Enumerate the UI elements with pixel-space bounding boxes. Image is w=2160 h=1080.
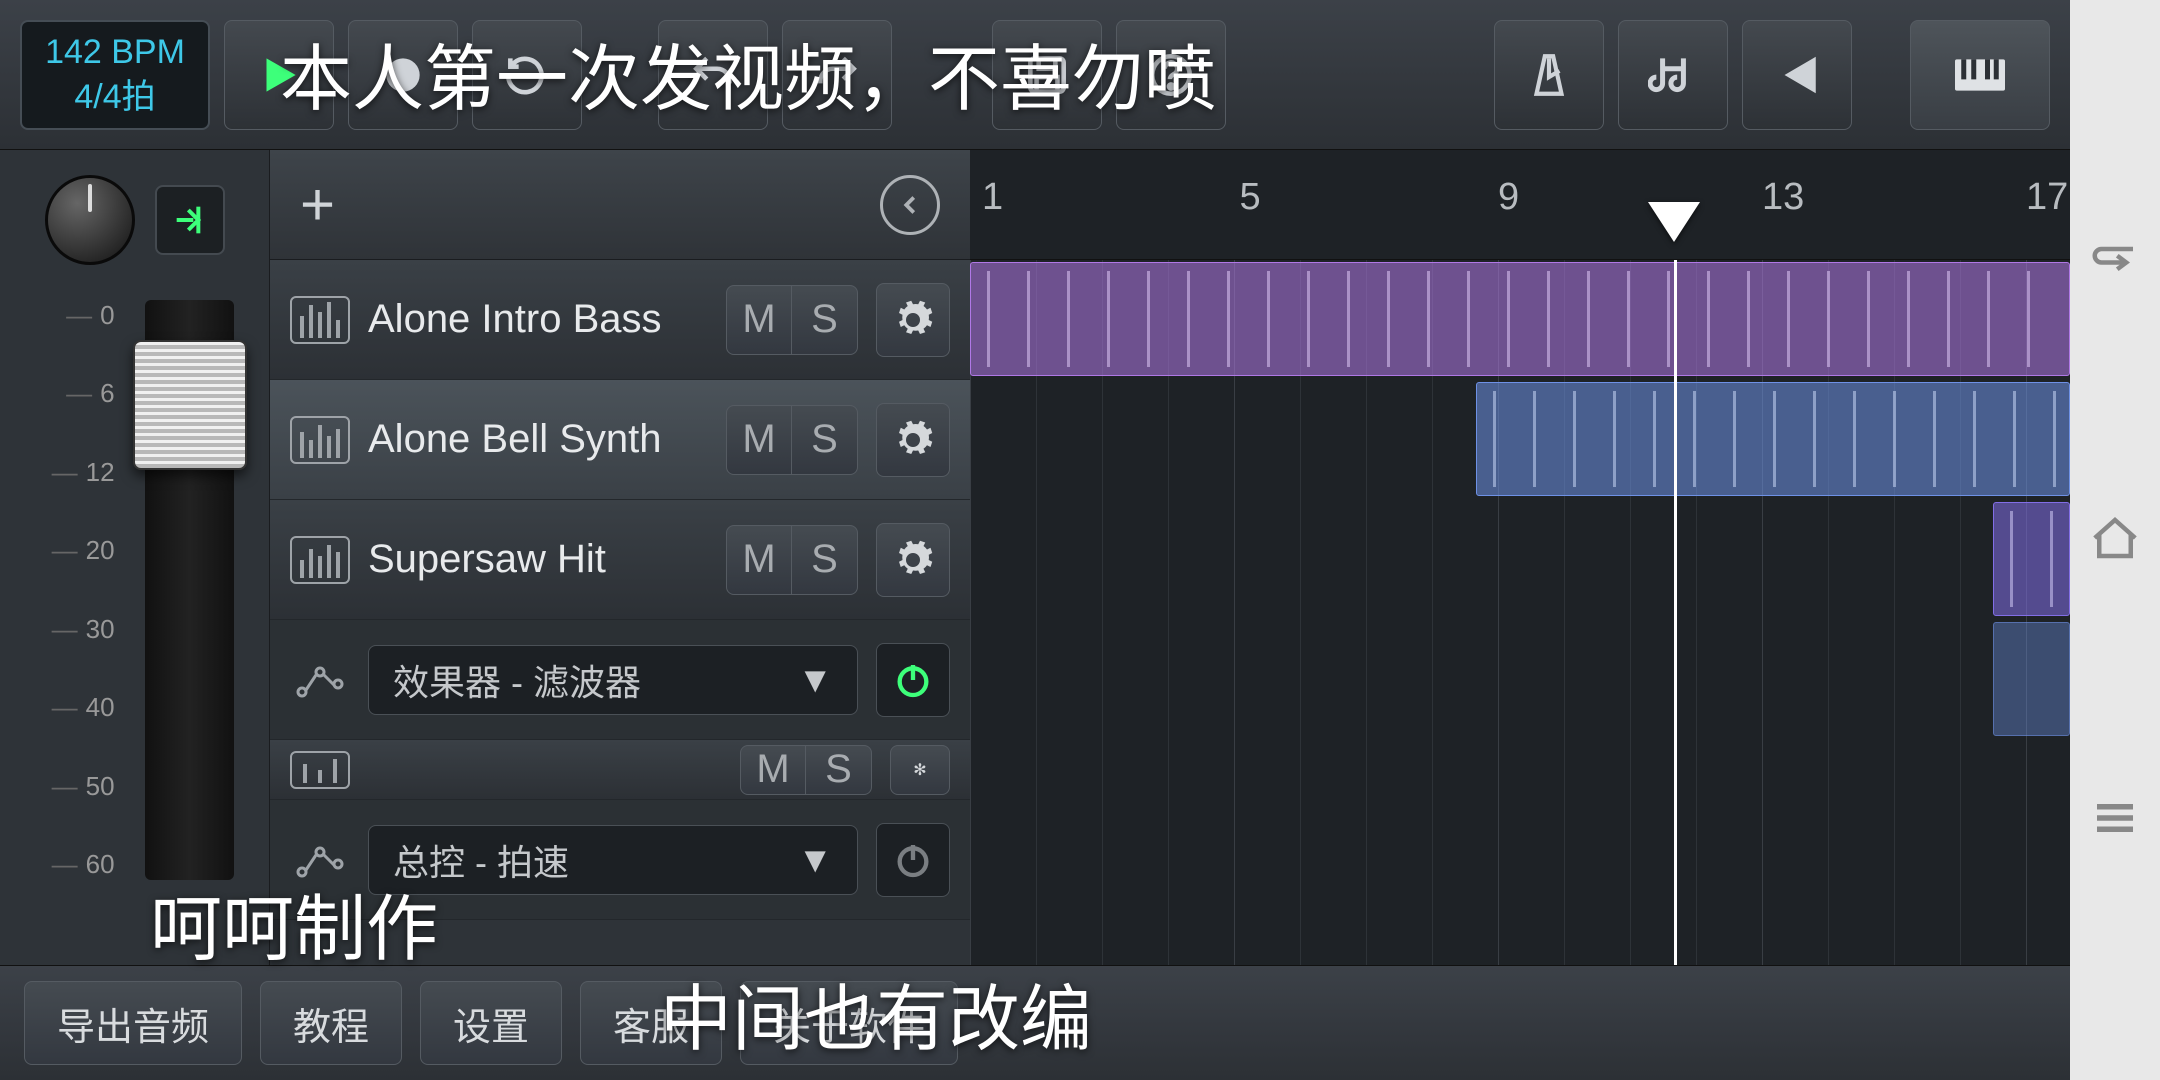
chevron-down-icon: ▼	[797, 659, 833, 701]
track-settings-button[interactable]	[876, 403, 950, 477]
track-settings-button[interactable]	[876, 523, 950, 597]
automation-icon	[290, 836, 350, 884]
bpm-value: 142 BPM	[45, 30, 185, 74]
undo-button[interactable]	[658, 20, 768, 130]
track-name: Supersaw Hit	[368, 537, 708, 582]
bottom-toolbar: 导出音频 教程 设置 客服 关于软件	[0, 965, 2070, 1080]
settings-button[interactable]: 设置	[420, 981, 562, 1065]
loop-button[interactable]	[472, 20, 582, 130]
solo-button[interactable]: S	[792, 285, 858, 355]
track-settings-button[interactable]	[876, 283, 950, 357]
export-audio-button[interactable]: 导出音频	[24, 981, 242, 1065]
system-nav-rail	[2070, 0, 2160, 1080]
timeline[interactable]	[970, 260, 2070, 965]
automation-param-select[interactable]: 效果器 - 滤波器▼	[368, 645, 858, 715]
master-panel: 06 1220 3040 5060	[0, 150, 270, 965]
midi-clip[interactable]	[970, 262, 2070, 376]
rewind-button[interactable]	[1742, 20, 1852, 130]
menu-icon[interactable]	[2088, 791, 2142, 850]
chevron-down-icon: ▼	[797, 839, 833, 881]
track-row[interactable]: Alone Intro Bass MS	[270, 260, 970, 380]
automation-row[interactable]: 效果器 - 滤波器▼	[270, 620, 970, 740]
mute-button[interactable]: M	[726, 405, 792, 475]
playhead-line[interactable]	[1674, 260, 1677, 965]
db-scale: 06 1220 3040 5060	[35, 300, 115, 880]
automation-clip[interactable]	[1993, 622, 2070, 736]
master-fader[interactable]	[145, 300, 234, 880]
fader-cap[interactable]	[133, 340, 247, 470]
mute-button[interactable]: M	[740, 745, 806, 795]
time-sig-value: 4/4拍	[74, 75, 155, 119]
solo-button[interactable]: S	[792, 525, 858, 595]
save-button[interactable]	[992, 20, 1102, 130]
support-button[interactable]: 客服	[580, 981, 722, 1065]
help-button[interactable]	[1116, 20, 1226, 130]
automation-power-button[interactable]	[876, 643, 950, 717]
keyboard-view-button[interactable]	[1910, 20, 2050, 130]
redo-button[interactable]	[782, 20, 892, 130]
instrument-icon	[290, 751, 350, 789]
back-icon[interactable]	[2088, 231, 2142, 290]
home-icon[interactable]	[2088, 511, 2142, 570]
about-button[interactable]: 关于软件	[740, 981, 958, 1065]
playhead-marker[interactable]	[1648, 202, 1700, 242]
automation-param-select[interactable]: 总控 - 拍速▼	[368, 825, 858, 895]
add-track-button[interactable]: +	[300, 170, 335, 239]
metronome-button[interactable]	[1494, 20, 1604, 130]
automation-power-button[interactable]	[876, 823, 950, 897]
mute-button[interactable]: M	[726, 525, 792, 595]
top-toolbar: 142 BPM 4/4拍	[0, 0, 2070, 150]
track-row[interactable]: MS ✻	[270, 740, 970, 800]
play-button[interactable]	[224, 20, 334, 130]
snap-button[interactable]	[1618, 20, 1728, 130]
tempo-display[interactable]: 142 BPM 4/4拍	[20, 20, 210, 130]
automation-icon	[290, 656, 350, 704]
track-row[interactable]: Supersaw Hit MS	[270, 500, 970, 620]
record-button[interactable]	[348, 20, 458, 130]
send-button[interactable]	[155, 185, 225, 255]
instrument-icon	[290, 296, 350, 344]
solo-button[interactable]: S	[792, 405, 858, 475]
track-name: Alone Intro Bass	[368, 297, 708, 342]
instrument-icon	[290, 416, 350, 464]
track-settings-button[interactable]: ✻	[890, 745, 950, 795]
automation-row[interactable]: 总控 - 拍速▼	[270, 800, 970, 920]
midi-clip[interactable]	[1993, 502, 2070, 616]
master-knob[interactable]	[45, 175, 135, 265]
tutorial-button[interactable]: 教程	[260, 981, 402, 1065]
track-row[interactable]: Alone Bell Synth MS	[270, 380, 970, 500]
solo-button[interactable]: S	[806, 745, 872, 795]
mute-button[interactable]: M	[726, 285, 792, 355]
track-list: Alone Intro Bass MS Alone Bell Synth MS	[270, 260, 970, 965]
instrument-icon	[290, 536, 350, 584]
collapse-tracks-button[interactable]	[880, 175, 940, 235]
timeline-ruler[interactable]: 1 5 9 13 17	[970, 150, 2070, 260]
midi-clip[interactable]	[1476, 382, 2070, 496]
track-name: Alone Bell Synth	[368, 417, 708, 462]
